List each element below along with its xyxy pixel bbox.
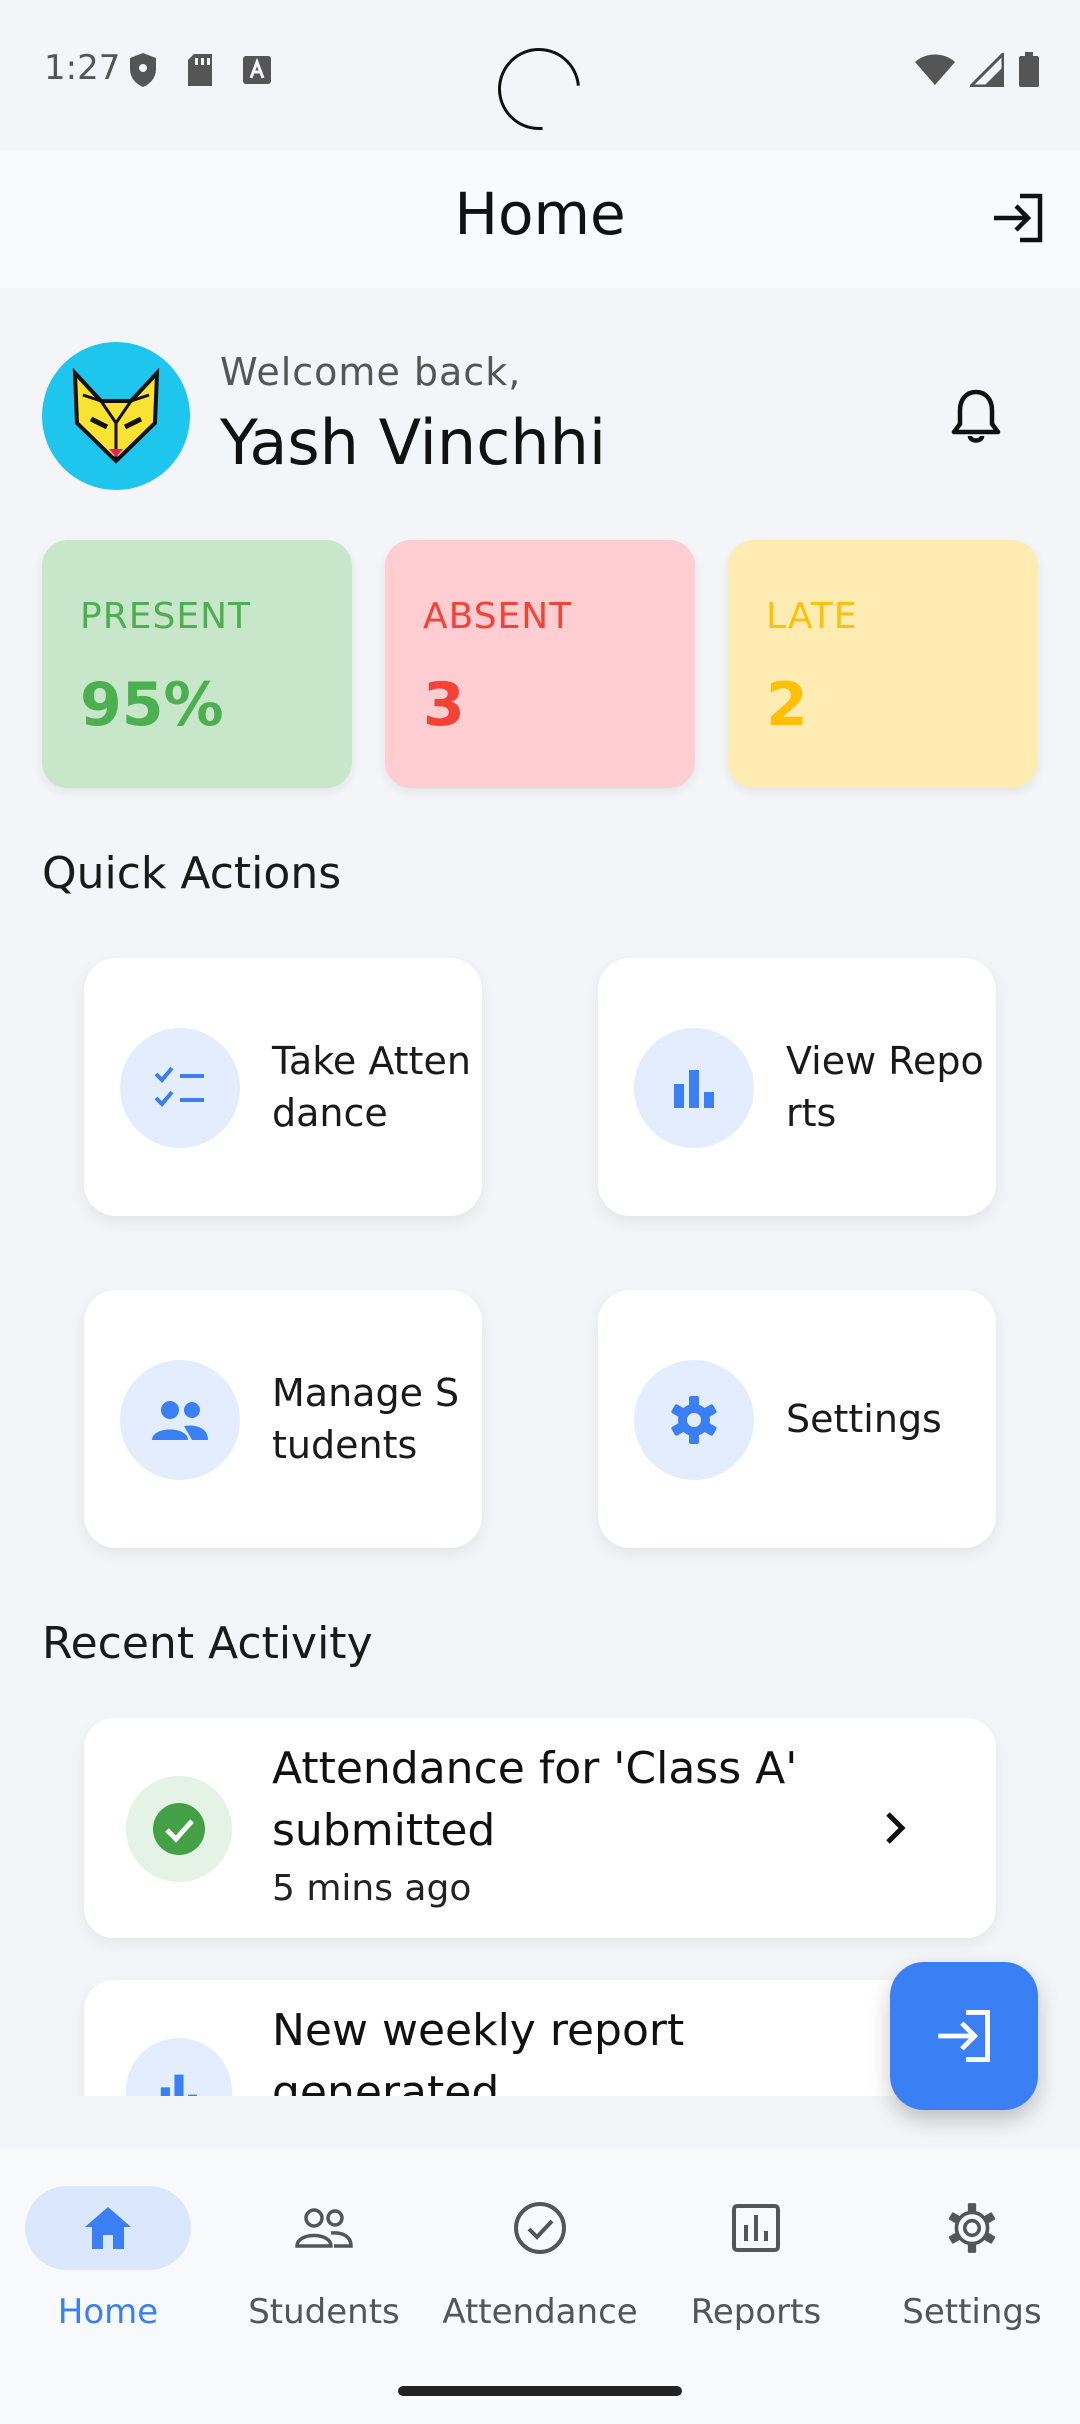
camera-cutout xyxy=(481,31,597,147)
checklist-icon xyxy=(154,1066,204,1107)
gear-icon xyxy=(671,1396,717,1444)
page-title: Home xyxy=(454,180,626,248)
stat-card-present: PRESENT 95% xyxy=(42,540,352,788)
nav-label: Students xyxy=(248,2292,400,2332)
quick-action-label: Manage Students xyxy=(272,1371,460,1467)
stat-value: 3 xyxy=(423,670,465,740)
nav-reports[interactable]: Reports xyxy=(648,2186,864,2346)
nav-label: Home xyxy=(57,2292,159,2332)
check-in-fab[interactable] xyxy=(890,1962,1038,2110)
status-bar: 1:27 xyxy=(0,0,1080,150)
quick-actions-title: Quick Actions xyxy=(42,848,342,899)
stat-value: 2 xyxy=(766,670,808,740)
welcome-text: Welcome back, xyxy=(220,350,522,394)
manage-students-button[interactable]: Manage Students xyxy=(84,1290,482,1548)
battery-icon xyxy=(1019,52,1039,87)
nav-home[interactable]: Home xyxy=(0,2186,216,2346)
report-icon xyxy=(732,2204,780,2252)
main-content[interactable]: Welcome back, Yash Vinchhi PRESENT 95% A… xyxy=(0,288,1080,2096)
nav-attendance[interactable]: Attendance xyxy=(432,2186,648,2346)
activity-time: 5 mins ago xyxy=(272,1868,472,1909)
nav-settings[interactable]: Settings xyxy=(864,2186,1080,2346)
nav-label: Settings xyxy=(902,2292,1042,2332)
signal-icon xyxy=(970,53,1004,87)
home-indicator xyxy=(398,2386,682,2396)
activity-title: New weekly report generated xyxy=(272,2005,685,2096)
status-time: 1:27 xyxy=(44,48,121,88)
stat-card-absent: ABSENT 3 xyxy=(385,540,695,788)
bell-icon[interactable] xyxy=(946,386,1006,446)
bar-chart-icon xyxy=(160,2074,198,2096)
fox-logo-icon xyxy=(72,367,160,464)
app-bar: Home xyxy=(0,150,1080,288)
quick-action-label: Settings xyxy=(786,1397,942,1441)
avatar[interactable] xyxy=(42,342,190,490)
activity-item[interactable]: New weekly report generated xyxy=(84,1980,996,2096)
nav-students[interactable]: Students xyxy=(216,2186,432,2346)
user-name: Yash Vinchhi xyxy=(220,406,607,479)
bottom-navigation: Home Students Attendance Reports Setting… xyxy=(0,2148,1080,2424)
activity-item[interactable]: Attendance for 'Class A' submitted 5 min… xyxy=(84,1718,996,1938)
home-icon xyxy=(85,2207,131,2249)
sd-card-icon xyxy=(188,54,212,86)
login-arrow-icon xyxy=(938,2010,990,2062)
text-icon xyxy=(243,56,271,84)
bar-chart-icon xyxy=(674,1070,714,1108)
chevron-right-icon xyxy=(886,1812,906,1844)
view-reports-button[interactable]: View Reports xyxy=(598,958,996,1216)
take-attendance-button[interactable]: Take Attendance xyxy=(84,958,482,1216)
gear-icon xyxy=(948,2203,996,2253)
quick-action-label: Take Attendance xyxy=(272,1039,471,1135)
stat-value: 95% xyxy=(80,670,224,740)
people-outline-icon xyxy=(295,2208,353,2248)
stat-label: LATE xyxy=(766,596,858,637)
stat-label: ABSENT xyxy=(423,596,573,637)
check-circle-icon xyxy=(153,1803,205,1855)
check-circle-outline-icon xyxy=(514,2202,566,2254)
quick-action-label: View Reports xyxy=(786,1039,984,1135)
nav-label: Attendance xyxy=(442,2292,638,2332)
wifi-icon xyxy=(915,54,955,85)
stat-label: PRESENT xyxy=(80,596,251,637)
logout-button[interactable] xyxy=(986,186,1050,250)
recent-activity-title: Recent Activity xyxy=(42,1618,373,1669)
people-icon xyxy=(152,1401,208,1440)
stat-card-late: LATE 2 xyxy=(728,540,1038,788)
nav-label: Reports xyxy=(690,2292,822,2332)
settings-button[interactable]: Settings xyxy=(598,1290,996,1548)
shield-icon xyxy=(130,53,156,87)
login-arrow-icon xyxy=(994,193,1043,243)
activity-title: Attendance for 'Class A' submitted xyxy=(272,1743,798,1856)
